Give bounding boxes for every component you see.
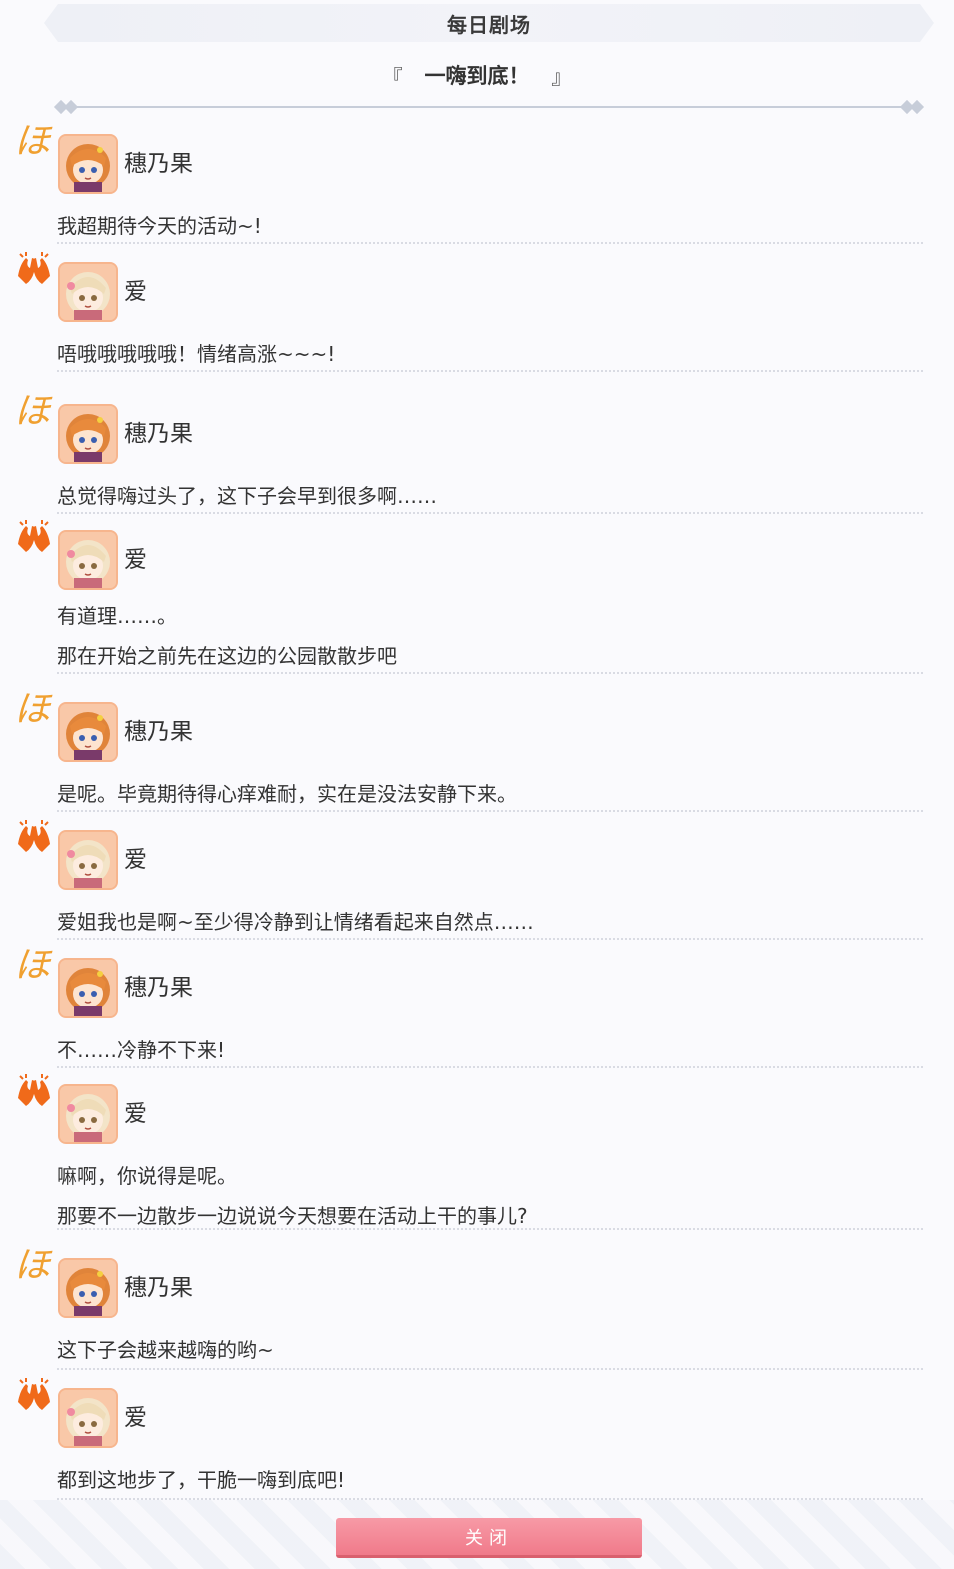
dialogue-line: 嘛啊，你说得是呢。	[57, 1164, 237, 1188]
raised-hands-icon	[14, 250, 54, 290]
entry-divider	[57, 370, 923, 372]
dialogue-line: 我超期待今天的活动~!	[57, 214, 262, 238]
speaker-name: 爱	[124, 279, 147, 305]
header-bar: 每日剧场	[44, 4, 934, 42]
ai-avatar-icon	[58, 530, 118, 590]
entry-divider	[57, 1066, 923, 1068]
speaker-name: 爱	[124, 547, 147, 573]
header-title: 每日剧场	[447, 12, 531, 37]
dialogue-line: 唔哦哦哦哦哦！情绪高涨~~~!	[57, 342, 336, 366]
dialogue-line: 那要不一边散步一边说说今天想要在活动上干的事儿?	[57, 1204, 528, 1228]
honoka-avatar-icon	[58, 404, 118, 464]
story-title-text: 一嗨到底！	[424, 64, 530, 88]
dialogue-line: 不……冷静不下来!	[57, 1038, 226, 1062]
ai-avatar-icon	[58, 1388, 118, 1448]
story-title: 『 一嗨到底！ 』	[0, 58, 954, 92]
honoka-avatar-icon	[58, 958, 118, 1018]
hiragana-ho-icon: ほ	[14, 1245, 51, 1286]
honoka-avatar-icon	[58, 702, 118, 762]
dialogue-line: 是呢。毕竟期待得心痒难耐，实在是没法安静下来。	[57, 782, 517, 806]
ai-avatar-icon	[58, 1084, 118, 1144]
speaker-name: 穗乃果	[124, 1275, 193, 1301]
speaker-name: 爱	[124, 1405, 147, 1431]
entry-divider	[57, 1228, 923, 1230]
dialogue-line: 这下子会越来越嗨的哟~	[57, 1338, 274, 1362]
entry-divider	[57, 938, 923, 940]
entry-divider	[57, 672, 923, 674]
dialogue-line: 总觉得嗨过头了，这下子会早到很多啊……	[57, 484, 437, 508]
divider-diamond-right-2	[909, 99, 925, 115]
raised-hands-icon	[14, 1072, 54, 1112]
hiragana-ho-icon: ほ	[14, 945, 51, 986]
hiragana-ho-icon: ほ	[14, 689, 51, 730]
ai-avatar-icon	[58, 262, 118, 322]
dialogue-line: 有道理……。	[57, 604, 177, 628]
honoka-avatar-icon	[58, 1258, 118, 1318]
speaker-name: 穗乃果	[124, 975, 193, 1001]
entry-divider	[57, 1368, 923, 1370]
honoka-avatar-icon	[58, 134, 118, 194]
close-button[interactable]: 关闭	[336, 1518, 642, 1558]
entry-divider	[57, 512, 923, 514]
dialogue-line: 都到这地步了，干脆一嗨到底吧!	[57, 1468, 346, 1492]
dialogue-line: 爱姐我也是啊~至少得冷静到让情绪看起来自然点……	[57, 910, 534, 934]
open-bracket: 『	[382, 64, 403, 89]
close-bracket: 』	[551, 64, 572, 89]
speaker-name: 穗乃果	[124, 719, 193, 745]
speaker-name: 爱	[124, 1101, 147, 1127]
raised-hands-icon	[14, 518, 54, 558]
speaker-name: 穗乃果	[124, 421, 193, 447]
hiragana-ho-icon: ほ	[14, 121, 51, 162]
speaker-name: 穗乃果	[124, 151, 193, 177]
title-divider	[62, 106, 912, 108]
raised-hands-icon	[14, 1376, 54, 1416]
entry-divider	[57, 810, 923, 812]
ai-avatar-icon	[58, 830, 118, 890]
speaker-name: 爱	[124, 847, 147, 873]
raised-hands-icon	[14, 818, 54, 858]
hiragana-ho-icon: ほ	[14, 391, 51, 432]
entry-divider	[57, 242, 923, 244]
dialogue-line: 那在开始之前先在这边的公园散散步吧	[57, 644, 397, 668]
